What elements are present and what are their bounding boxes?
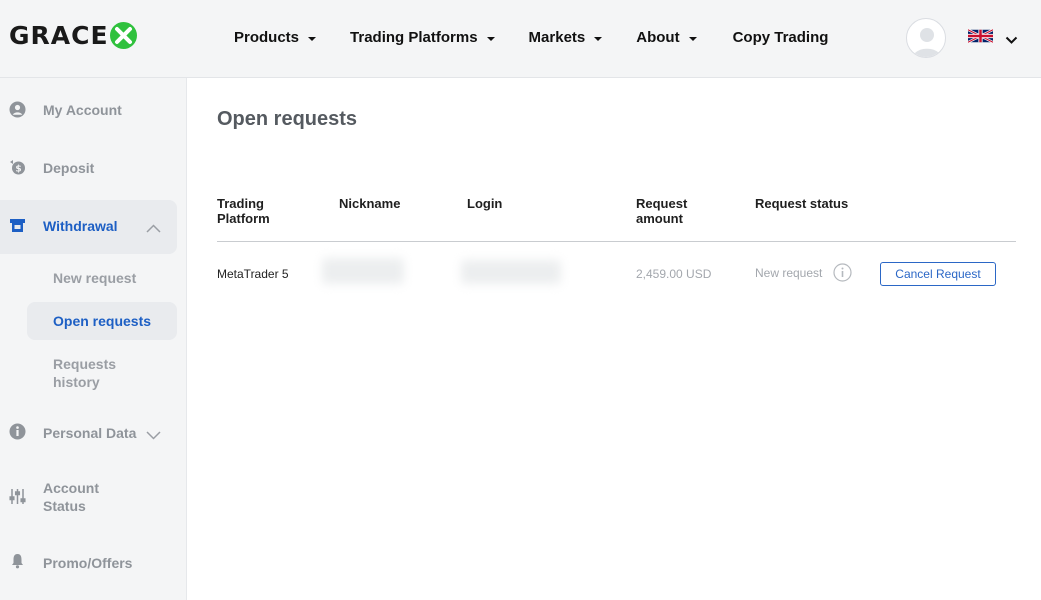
sidebar-item-account-status[interactable]: Account Status [0, 478, 187, 516]
withdrawal-icon [9, 217, 26, 234]
sidebar-item-label: Deposit [43, 160, 95, 176]
cell-request-amount: 2,459.00 USD [636, 267, 712, 281]
cell-request-status: New request [755, 266, 823, 280]
nav-trading-platforms[interactable]: Trading Platforms [350, 29, 495, 46]
column-header-login: Login [467, 196, 503, 211]
nav-copy-trading[interactable]: Copy Trading [733, 29, 829, 46]
cancel-request-button[interactable]: Cancel Request [880, 262, 996, 286]
caret-down-icon [688, 36, 697, 41]
column-header-request-amount: Request amount [636, 196, 688, 226]
caret-down-icon [594, 36, 603, 41]
nav-label: About [636, 29, 680, 46]
column-header-request-status: Request status [755, 196, 849, 211]
cell-trading-platform: MetaTrader 5 [217, 267, 289, 281]
user-circle-icon [9, 101, 26, 118]
column-header-trading-platform: Trading Platform [217, 196, 270, 226]
sidebar-item-promo-offers[interactable]: Promo/Offers [0, 550, 187, 574]
svg-text:$: $ [15, 165, 21, 175]
sidebar-subitem-label: Open requests [53, 313, 152, 329]
sidebar-subitem-open-requests[interactable]: Open requests [27, 302, 177, 340]
user-silhouette-icon [913, 28, 941, 57]
info-circle-icon [9, 423, 26, 440]
page-title: Open requests [217, 108, 358, 130]
top-header: GRACE Products Trading Platforms Markets… [0, 0, 1041, 78]
sidebar-item-my-account[interactable]: My Account [0, 98, 187, 122]
sidebar-item-label: My Account [43, 102, 122, 118]
nav-markets[interactable]: Markets [529, 29, 603, 46]
info-icon[interactable] [833, 263, 852, 287]
sidebar-item-personal-data[interactable]: Personal Data [0, 420, 187, 444]
nav-label: Products [234, 29, 300, 46]
sidebar-item-label: Account Status [43, 480, 99, 514]
sidebar: My Account $ Deposit Withdrawal New requ… [0, 78, 187, 600]
sidebar-subitem-label: New request [53, 270, 137, 286]
nav-products[interactable]: Products [234, 29, 317, 46]
sidebar-subitem-new-request[interactable]: New request [27, 266, 177, 290]
sidebar-subitem-label: Requests history [53, 356, 117, 390]
caret-down-icon [308, 36, 317, 41]
chevron-down-icon[interactable] [146, 427, 161, 445]
sidebar-subitem-requests-history[interactable]: Requests history [27, 354, 177, 392]
bell-icon [9, 552, 26, 569]
sidebar-item-label: Withdrawal [43, 218, 118, 234]
chevron-down-icon[interactable] [1005, 32, 1018, 50]
chevron-up-icon[interactable] [146, 220, 161, 238]
sidebar-item-label: Personal Data [43, 425, 137, 441]
nav-label: Trading Platforms [350, 29, 478, 46]
caret-down-icon [486, 36, 495, 41]
sidebar-item-withdrawal[interactable]: Withdrawal [0, 214, 187, 238]
nav-label: Markets [528, 29, 586, 46]
column-header-nickname: Nickname [339, 196, 401, 211]
table-header-divider [217, 241, 1016, 242]
sidebar-item-label: Promo/Offers [43, 555, 133, 571]
gracex-logo[interactable]: GRACE [9, 20, 137, 50]
deposit-icon: $ [9, 159, 26, 176]
uk-flag-icon[interactable] [967, 28, 994, 44]
logo-text: GRACE [9, 20, 109, 50]
sliders-icon [9, 488, 26, 505]
cell-login-redacted [461, 260, 561, 284]
main-nav: Products Trading Platforms Markets About… [234, 29, 828, 46]
avatar[interactable] [906, 18, 946, 58]
nav-label: Copy Trading [732, 29, 829, 46]
logo-x-icon [109, 21, 137, 49]
cell-nickname-redacted [322, 258, 404, 284]
nav-about[interactable]: About [636, 29, 697, 46]
sidebar-item-deposit[interactable]: $ Deposit [0, 156, 187, 180]
